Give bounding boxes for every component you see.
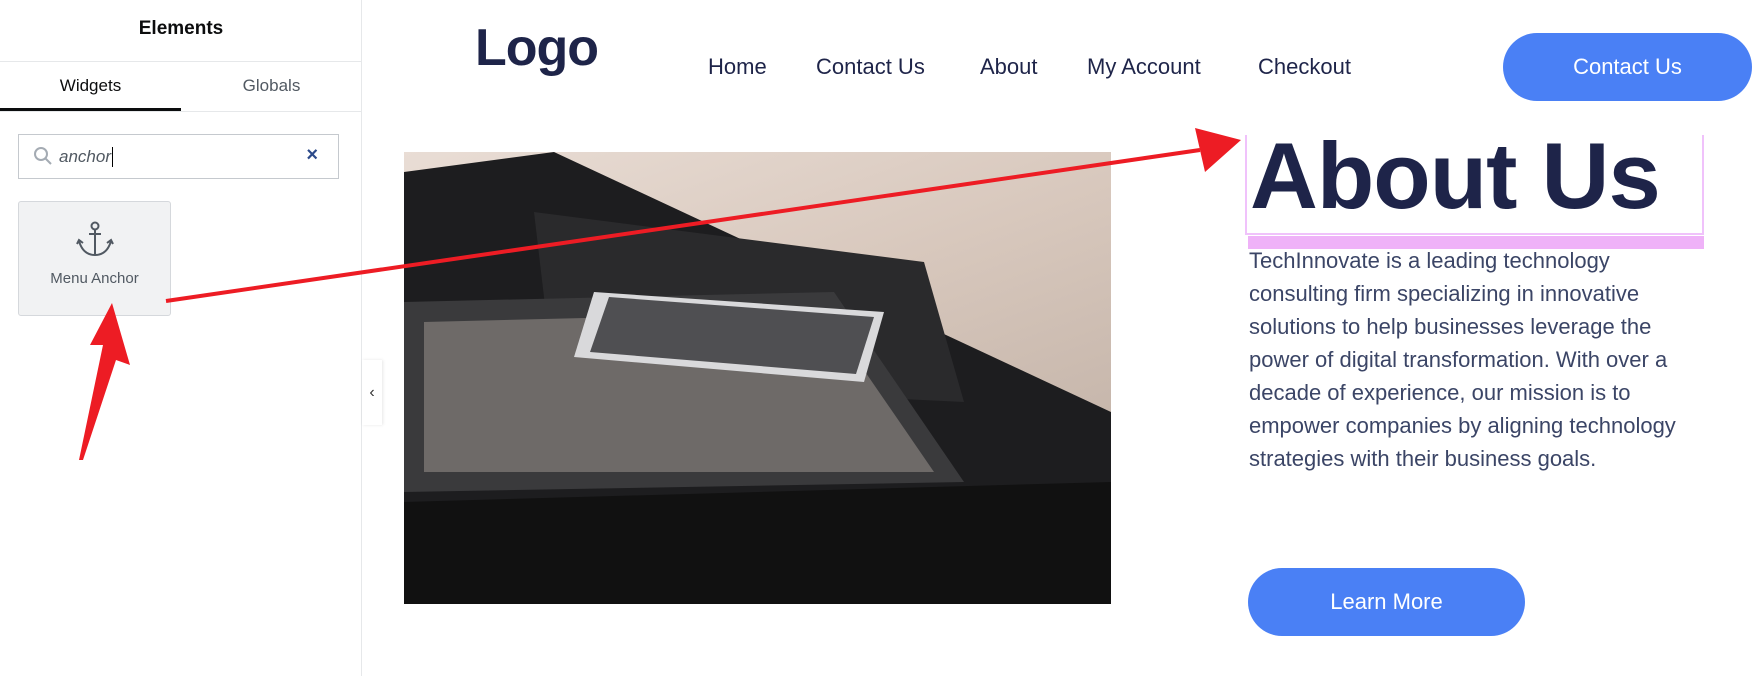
nav-contact-us[interactable]: Contact Us xyxy=(816,54,925,80)
panel-title: Elements xyxy=(0,0,362,62)
search-value[interactable]: anchor xyxy=(59,147,113,167)
clear-search-icon[interactable]: × xyxy=(306,144,318,167)
widget-search-input[interactable]: anchor × xyxy=(18,134,339,179)
nav-my-account[interactable]: My Account xyxy=(1087,54,1201,80)
laptop-phone-image xyxy=(404,152,1111,604)
contact-us-button[interactable]: Contact Us xyxy=(1503,33,1752,101)
search-icon xyxy=(34,147,52,165)
widget-menu-anchor[interactable]: Menu Anchor xyxy=(18,201,171,316)
collapse-panel-button[interactable]: ‹ xyxy=(362,360,382,425)
learn-more-button[interactable]: Learn More xyxy=(1248,568,1525,636)
nav-home[interactable]: Home xyxy=(708,54,767,80)
anchor-icon xyxy=(75,221,114,257)
tabs-divider xyxy=(0,111,362,112)
about-heading: About Us xyxy=(1250,123,1661,228)
tab-widgets[interactable]: Widgets xyxy=(0,62,181,112)
site-logo[interactable]: Logo xyxy=(475,18,599,78)
about-paragraph: TechInnovate is a leading technology con… xyxy=(1249,248,1676,471)
elements-panel: Elements Widgets Globals anchor × Menu A… xyxy=(0,0,362,676)
nav-checkout[interactable]: Checkout xyxy=(1258,54,1351,80)
tab-globals[interactable]: Globals xyxy=(181,62,362,112)
nav-about[interactable]: About xyxy=(980,54,1038,80)
widget-label: Menu Anchor xyxy=(50,270,139,287)
